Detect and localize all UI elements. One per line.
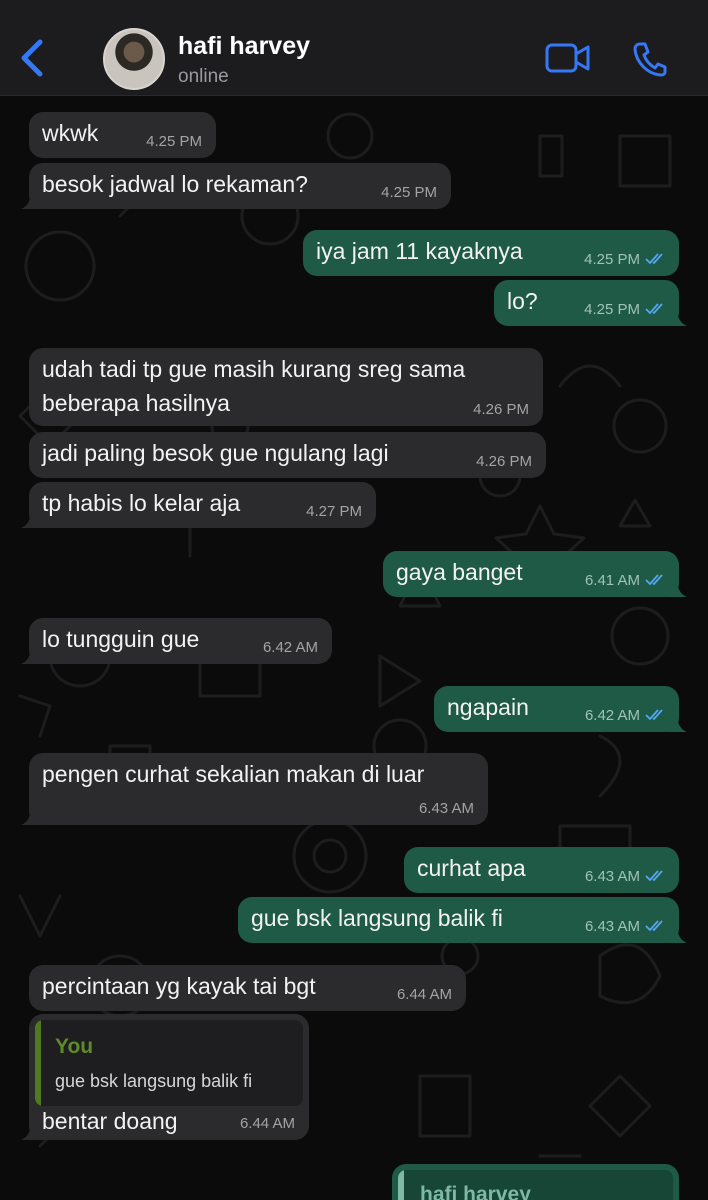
bubble-tail <box>667 714 687 732</box>
chat-header: hafi harvey online <box>0 0 708 96</box>
chat-area[interactable]: wkwk 4.25 PM besok jadwal lo rekaman? 4.… <box>0 96 708 1200</box>
message-time: 4.25 PM <box>146 133 202 150</box>
video-call-button[interactable] <box>545 42 591 74</box>
message-time: 6.42 AM <box>262 639 318 656</box>
back-button[interactable] <box>18 38 48 78</box>
message-bubble-incoming[interactable]: besok jadwal lo rekaman? 4.25 PM <box>21 163 451 209</box>
message-bubble-incoming[interactable]: percintaan yg kayak tai bgt 6.44 AM <box>29 965 466 1011</box>
contact-name[interactable]: hafi harvey <box>178 32 310 61</box>
message-time: 4.26 PM <box>473 401 529 418</box>
quoted-message[interactable]: hafi harvey <box>398 1170 673 1200</box>
message-bubble-outgoing[interactable]: curhat apa 6.43 AM <box>404 847 679 893</box>
bubble-tail <box>667 308 687 326</box>
bubble-tail <box>667 925 687 943</box>
message-time: 6.44 AM <box>239 1115 295 1132</box>
message-time: 6.44 AM <box>396 986 452 1003</box>
message-text: iya jam 11 kayaknya <box>316 238 523 264</box>
message-text: besok jadwal lo rekaman? <box>42 171 308 197</box>
message-text: curhat apa <box>417 855 526 881</box>
message-bubble-outgoing-reply[interactable]: hafi harvey <box>392 1164 679 1200</box>
message-time: 6.43 AM <box>585 869 667 885</box>
voice-call-button[interactable] <box>633 41 667 77</box>
message-text: pengen curhat sekalian makan di luar <box>42 761 425 787</box>
video-camera-icon <box>545 43 590 73</box>
message-text: wkwk <box>42 120 99 146</box>
bubble-tail <box>21 1122 41 1140</box>
message-bubble-outgoing[interactable]: lo? 4.25 PM <box>494 280 687 326</box>
message-time: 4.25 PM <box>381 184 437 201</box>
message-time: 6.43 AM <box>418 800 474 817</box>
message-bubble-incoming[interactable]: tp habis lo kelar aja 4.27 PM <box>21 482 376 528</box>
message-text: lo tungguin gue <box>42 626 200 652</box>
quoted-text: gue bsk langsung balik fi <box>55 1071 253 1091</box>
message-bubble-incoming[interactable]: wkwk 4.25 PM <box>29 112 216 158</box>
double-check-icon <box>645 709 663 721</box>
quote-bar <box>398 1170 404 1200</box>
message-bubble-outgoing[interactable]: gue bsk langsung balik fi 6.43 AM <box>238 897 687 943</box>
message-time: 6.43 AM <box>585 919 667 935</box>
message-time: 4.26 PM <box>476 453 532 470</box>
message-text-line: beberapa hasilnya <box>42 390 230 416</box>
quote-bar <box>35 1020 41 1106</box>
double-check-icon <box>645 920 663 932</box>
message-bubble-outgoing[interactable]: gaya banget 6.41 AM <box>383 551 687 597</box>
message-bubble-outgoing[interactable]: iya jam 11 kayaknya 4.25 PM <box>303 230 679 276</box>
contact-status: online <box>178 66 229 87</box>
quoted-author: hafi harvey <box>420 1183 531 1200</box>
avatar[interactable] <box>103 28 165 90</box>
message-time: 4.25 PM <box>584 252 667 268</box>
chevron-left-icon <box>21 39 43 77</box>
double-check-icon <box>645 574 663 586</box>
quoted-author: You <box>55 1035 94 1058</box>
message-bubble-outgoing[interactable]: ngapain 6.42 AM <box>434 686 687 732</box>
message-time: 4.25 PM <box>584 302 667 318</box>
bubble-tail <box>667 579 687 597</box>
phone-icon <box>633 42 667 77</box>
message-time: 6.41 AM <box>585 573 667 589</box>
quoted-message[interactable]: You gue bsk langsung balik fi <box>35 1020 303 1106</box>
message-text: jadi paling besok gue ngulang lagi <box>42 440 389 466</box>
message-text: lo? <box>507 288 538 314</box>
message-time: 4.27 PM <box>306 503 362 520</box>
double-check-icon <box>645 870 663 882</box>
message-text: ngapain <box>447 694 529 720</box>
double-check-icon <box>645 303 663 315</box>
message-text: gue bsk langsung balik fi <box>251 905 503 931</box>
bubble-tail <box>21 510 41 528</box>
bubble-tail <box>21 646 41 664</box>
message-text: bentar doang <box>42 1108 178 1134</box>
message-text: tp habis lo kelar aja <box>42 490 241 516</box>
bubble-tail <box>21 807 41 825</box>
message-bubble-incoming[interactable]: udah tadi tp gue masih kurang sreg sama … <box>29 348 543 426</box>
bubble-tail <box>21 191 41 209</box>
message-text: gaya banget <box>396 559 523 585</box>
message-bubble-incoming[interactable]: jadi paling besok gue ngulang lagi 4.26 … <box>29 432 546 478</box>
message-text-line: udah tadi tp gue masih kurang sreg sama <box>42 356 466 382</box>
message-bubble-incoming-reply[interactable]: You gue bsk langsung balik fi bentar doa… <box>21 1014 309 1140</box>
double-check-icon <box>645 253 663 265</box>
message-time: 6.42 AM <box>585 708 667 724</box>
message-bubble-incoming[interactable]: pengen curhat sekalian makan di luar 6.4… <box>21 753 488 825</box>
message-text: percintaan yg kayak tai bgt <box>42 973 316 999</box>
message-bubble-incoming[interactable]: lo tungguin gue 6.42 AM <box>21 618 332 664</box>
